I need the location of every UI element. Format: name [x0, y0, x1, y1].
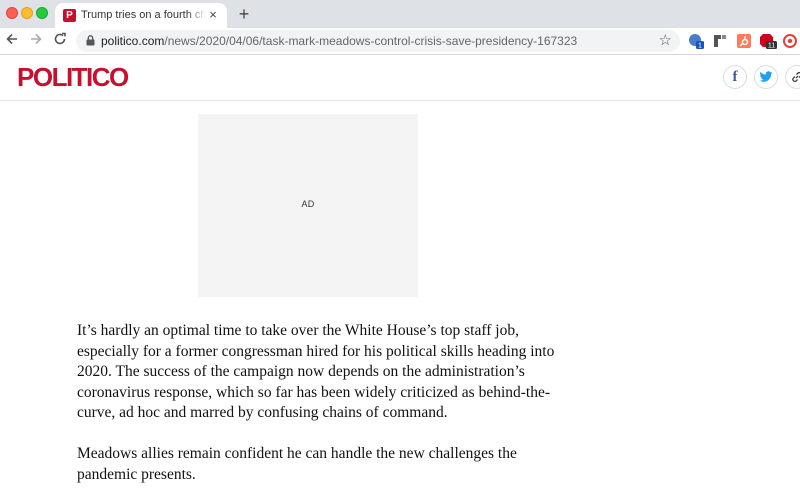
extension-1-icon[interactable]: 1: [688, 33, 704, 50]
tab-title: Trump tries on a fourth chief of staff: [81, 9, 206, 21]
paragraph-line: coronavirus response, which so far has b…: [77, 383, 551, 401]
forward-arrow-icon: [31, 33, 42, 45]
extension-5-icon[interactable]: [782, 33, 798, 49]
facebook-icon: f: [732, 69, 738, 85]
browser-toolbar: politico.com/news/2020/04/06/task-mark-m…: [0, 28, 800, 55]
tab-close-icon[interactable]: ×: [205, 7, 221, 23]
site-header: POLITICO f: [0, 55, 800, 101]
new-tab-button[interactable]: +: [234, 4, 254, 24]
minimize-window-button[interactable]: [21, 7, 33, 19]
url-text: politico.com/news/2020/04/06/task-mark-m…: [101, 34, 577, 48]
forward-button[interactable]: [27, 32, 45, 50]
reload-icon: [54, 32, 66, 45]
svg-text:1: 1: [698, 43, 702, 50]
politico-favicon-icon: P: [63, 9, 76, 22]
maximize-window-button[interactable]: [36, 7, 48, 19]
paragraph-line: especially for a former congressman hire…: [77, 342, 555, 360]
ad-label: AD: [301, 199, 315, 209]
close-window-button[interactable]: [6, 7, 18, 19]
adblock-icon[interactable]: 11: [759, 33, 777, 50]
paragraph-line: Meadows allies remain confident he can h…: [77, 445, 517, 462]
politico-logo[interactable]: POLITICO: [17, 63, 129, 91]
twitter-share-button[interactable]: [754, 65, 778, 89]
svg-text:11: 11: [768, 43, 775, 50]
paragraph-line: 2020. The success of the campaign now de…: [77, 363, 525, 381]
active-tab[interactable]: P Trump tries on a fourth chief of staff…: [55, 3, 227, 28]
paragraph-line: curve, ad hoc and marred by confusing ch…: [77, 404, 448, 422]
reload-button[interactable]: [51, 32, 69, 50]
url-path: /news/2020/04/06/task-mark-meadows-contr…: [164, 34, 578, 48]
twitter-icon: [759, 71, 773, 82]
url-domain: politico.com: [101, 34, 165, 48]
back-button[interactable]: [3, 32, 21, 50]
bookmark-star-icon[interactable]: ☆: [659, 32, 672, 50]
back-arrow-icon: [6, 33, 17, 45]
hubspot-icon[interactable]: [736, 33, 752, 49]
facebook-share-button[interactable]: f: [723, 65, 747, 89]
address-bar[interactable]: politico.com/news/2020/04/06/task-mark-m…: [76, 30, 680, 52]
extension-2-icon[interactable]: [712, 33, 728, 49]
paragraph-line: pandemic presents.: [77, 465, 196, 483]
lock-icon: [86, 35, 95, 46]
article-paragraph: Meadows allies remain confident he can h…: [77, 444, 537, 485]
ad-placeholder[interactable]: AD: [198, 114, 418, 297]
copy-link-button[interactable]: [785, 65, 800, 89]
tab-strip: P Trump tries on a fourth chief of staff…: [0, 0, 800, 28]
paragraph-line: It’s hardly an optimal time to take over…: [77, 322, 519, 339]
article-paragraph: It’s hardly an optimal time to take over…: [77, 321, 555, 424]
link-icon: [792, 71, 800, 83]
